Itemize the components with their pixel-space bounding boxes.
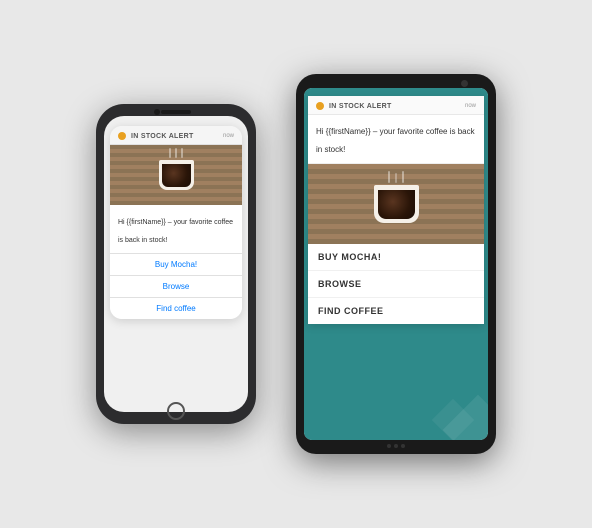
iphone-speaker	[161, 110, 191, 114]
android-notif-title: IN STOCK ALERT	[329, 103, 465, 110]
android-notif-actions: BUY MOCHA! BROWSE FIND COFFEE	[308, 244, 484, 324]
ios-notif-time: now	[223, 133, 234, 139]
ios-notif-body: Hi {{firstName}} – your favorite coffee …	[110, 205, 242, 253]
android-bg-pattern	[408, 380, 488, 440]
steam-line-2	[175, 148, 177, 158]
ios-notification[interactable]: IN STOCK ALERT now	[110, 126, 242, 319]
steam-line-3	[181, 148, 183, 158]
iphone-screen: IN STOCK ALERT now	[104, 116, 248, 412]
android-device: IN STOCK ALERT now Hi {{firstName}} – yo…	[296, 74, 496, 454]
ios-notif-dot	[118, 132, 126, 140]
ios-notif-message: Hi {{firstName}} – your favorite coffee …	[118, 219, 233, 244]
android-notif-time: now	[465, 103, 476, 109]
ios-action-2[interactable]: Browse	[110, 276, 242, 298]
iphone-home-button[interactable]	[167, 402, 185, 420]
android-camera	[461, 80, 468, 87]
android-screen: IN STOCK ALERT now Hi {{firstName}} – yo…	[304, 88, 488, 440]
android-speaker	[387, 444, 405, 448]
steam-line-1	[169, 148, 171, 158]
ios-notif-image	[110, 145, 242, 205]
ios-notif-header: IN STOCK ALERT now	[110, 126, 242, 145]
iphone-camera	[154, 109, 160, 115]
android-notif-image	[308, 164, 484, 244]
speaker-dot-1	[387, 444, 391, 448]
android-notification[interactable]: IN STOCK ALERT now Hi {{firstName}} – yo…	[308, 96, 484, 324]
coffee-cup	[159, 160, 194, 190]
ios-action-1[interactable]: Buy Mocha!	[110, 254, 242, 276]
android-notif-dot	[316, 102, 324, 110]
android-notif-header: IN STOCK ALERT now	[308, 96, 484, 115]
iphone-device: IN STOCK ALERT now	[96, 104, 256, 424]
coffee-steam	[169, 148, 183, 158]
ios-notif-actions: Buy Mocha! Browse Find coffee	[110, 253, 242, 319]
android-action-3[interactable]: FIND COFFEE	[308, 298, 484, 324]
coffee-visual	[110, 145, 242, 205]
speaker-dot-2	[394, 444, 398, 448]
android-notif-message: Hi {{firstName}} – your favorite coffee …	[316, 127, 475, 154]
android-action-2[interactable]: BROWSE	[308, 271, 484, 298]
android-action-1[interactable]: BUY MOCHA!	[308, 244, 484, 271]
ios-notif-title: IN STOCK ALERT	[131, 133, 223, 140]
coffee-liquid	[162, 164, 191, 187]
speaker-dot-3	[401, 444, 405, 448]
ios-action-3[interactable]: Find coffee	[110, 298, 242, 319]
